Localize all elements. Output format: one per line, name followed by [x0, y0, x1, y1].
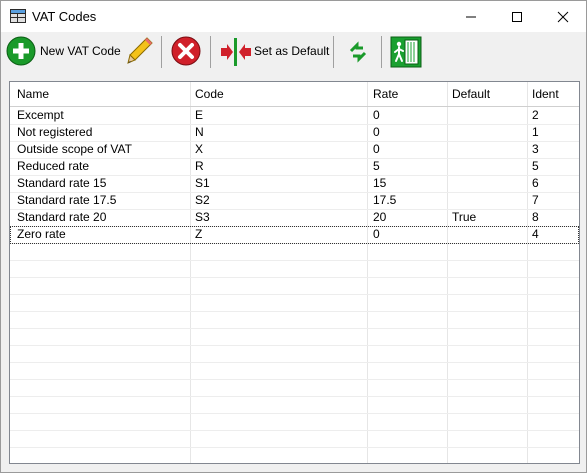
toolbar-separator	[381, 36, 382, 68]
cell-ident: 6	[532, 176, 539, 190]
empty-row	[10, 430, 579, 448]
edit-button[interactable]	[123, 32, 157, 72]
set-default-arrows-icon	[221, 38, 251, 66]
maximize-icon	[512, 12, 522, 22]
empty-row	[10, 277, 579, 295]
cell-rate: 5	[373, 159, 380, 173]
cell-code: X	[195, 142, 204, 156]
database-table-icon	[10, 9, 26, 23]
set-as-default-button[interactable]: Set as Default	[215, 32, 329, 72]
vat-codes-grid[interactable]: Name Code Rate Default Ident Excempt E 0…	[9, 81, 580, 464]
empty-row	[10, 345, 579, 363]
cell-rate: 0	[373, 125, 380, 139]
close-icon	[557, 11, 569, 23]
cell-code: E	[195, 108, 204, 122]
new-vat-code-label: New VAT Code	[40, 44, 121, 58]
column-header-rate[interactable]: Rate	[373, 82, 398, 106]
title-bar[interactable]: VAT Codes	[1, 1, 586, 32]
grid-header-row: Name Code Rate Default Ident	[10, 82, 579, 107]
empty-row	[10, 362, 579, 380]
minimize-icon	[466, 16, 476, 18]
empty-row	[10, 294, 579, 312]
toolbar: New VAT Code Set as Default	[1, 32, 586, 72]
red-x-icon	[171, 36, 201, 66]
table-row[interactable]: Standard rate 17.5 S2 17.5 7	[10, 192, 579, 210]
column-header-name[interactable]: Name	[17, 82, 49, 106]
empty-row	[10, 311, 579, 329]
cell-name: Excempt	[17, 108, 64, 122]
cell-ident: 1	[532, 125, 539, 139]
cell-name: Not registered	[17, 125, 93, 139]
window-title: VAT Codes	[32, 9, 97, 24]
cell-rate: 0	[373, 108, 380, 122]
cell-code: S2	[195, 193, 210, 207]
cell-code: Z	[195, 227, 203, 241]
set-as-default-label: Set as Default	[254, 44, 330, 58]
empty-row	[10, 396, 579, 414]
cell-ident: 8	[532, 210, 539, 224]
cell-code: R	[195, 159, 204, 173]
cell-ident: 3	[532, 142, 539, 156]
empty-row	[10, 379, 579, 397]
table-row-selected[interactable]: Zero rate Z 0 4	[10, 226, 579, 244]
table-row[interactable]: Not registered N 0 1	[10, 124, 579, 142]
cell-name: Reduced rate	[17, 159, 90, 173]
plus-circle-icon	[6, 36, 36, 66]
cell-ident: 4	[532, 227, 539, 241]
table-row[interactable]: Excempt E 0 2	[10, 107, 579, 125]
table-row[interactable]: Standard rate 15 S1 15 6	[10, 175, 579, 193]
refresh-arrows-icon	[349, 41, 367, 63]
delete-button[interactable]	[168, 32, 204, 72]
cell-ident: 7	[532, 193, 539, 207]
exit-button[interactable]	[388, 32, 424, 72]
cell-rate: 17.5	[373, 193, 397, 207]
minimize-button[interactable]	[448, 1, 494, 32]
vat-codes-window: VAT Codes New VAT Code Set as Default Na…	[0, 0, 587, 473]
empty-row	[10, 447, 579, 463]
column-header-code[interactable]: Code	[195, 82, 224, 106]
cell-code: S1	[195, 176, 210, 190]
pencil-icon	[127, 37, 153, 64]
cell-code: N	[195, 125, 204, 139]
cell-name: Outside scope of VAT	[17, 142, 132, 156]
new-vat-code-button[interactable]: New VAT Code	[4, 32, 121, 72]
cell-name: Standard rate 15	[17, 176, 107, 190]
empty-row	[10, 243, 579, 261]
empty-row	[10, 328, 579, 346]
cell-rate: 0	[373, 227, 380, 241]
cell-name: Zero rate	[17, 227, 66, 241]
empty-row	[10, 413, 579, 431]
cell-code: S3	[195, 210, 210, 224]
toolbar-separator	[210, 36, 211, 68]
table-row[interactable]: Outside scope of VAT X 0 3	[10, 141, 579, 159]
close-button[interactable]	[540, 1, 586, 32]
column-header-ident[interactable]: Ident	[532, 82, 559, 106]
cell-name: Standard rate 17.5	[17, 193, 117, 207]
cell-ident: 5	[532, 159, 539, 173]
toolbar-separator	[161, 36, 162, 68]
table-row[interactable]: Standard rate 20 S3 20 True 8	[10, 209, 579, 227]
toolbar-separator	[333, 36, 334, 68]
cell-default: True	[452, 210, 477, 224]
refresh-button[interactable]	[341, 32, 375, 72]
cell-ident: 2	[532, 108, 539, 122]
cell-name: Standard rate 20	[17, 210, 107, 224]
column-header-default[interactable]: Default	[452, 82, 490, 106]
cell-rate: 0	[373, 142, 380, 156]
exit-door-icon	[390, 36, 422, 68]
empty-row	[10, 260, 579, 278]
cell-rate: 20	[373, 210, 387, 224]
table-row[interactable]: Reduced rate R 5 5	[10, 158, 579, 176]
cell-rate: 15	[373, 176, 387, 190]
maximize-button[interactable]	[494, 1, 540, 32]
